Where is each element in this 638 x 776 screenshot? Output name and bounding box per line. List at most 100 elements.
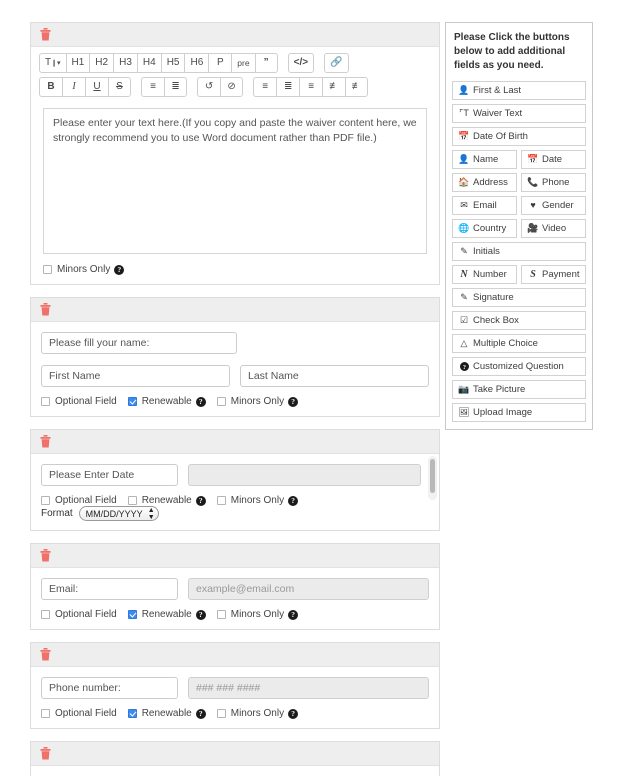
checkbox[interactable] bbox=[216, 709, 226, 718]
email-value-input[interactable]: example@email.com bbox=[188, 578, 429, 600]
checkbox[interactable] bbox=[127, 496, 137, 505]
checkbox[interactable] bbox=[216, 610, 226, 619]
checkbox[interactable] bbox=[41, 397, 50, 406]
option-optional-field[interactable]: Optional Field bbox=[41, 708, 117, 719]
date-prompt-input[interactable]: Please Enter Date bbox=[41, 464, 178, 486]
heading1-button[interactable]: H1 bbox=[65, 53, 90, 73]
palette-button-number[interactable]: N Number bbox=[452, 264, 517, 284]
ordered-list-icon[interactable]: ≣ bbox=[164, 77, 188, 97]
delete-block-icon[interactable] bbox=[40, 747, 51, 760]
checkbox[interactable] bbox=[216, 397, 226, 406]
last-name-input[interactable]: Last Name bbox=[240, 365, 429, 387]
option-minors-only[interactable]: Minors Only ? bbox=[216, 609, 299, 620]
date-format-select[interactable]: MM/DD/YYYY ▲ ▼ bbox=[78, 506, 159, 521]
palette-button-take-picture[interactable]: 📷 Take Picture bbox=[452, 379, 586, 399]
palette-button-phone[interactable]: 📞 Phone bbox=[521, 172, 586, 192]
name-prompt-input[interactable]: Please fill your name: bbox=[41, 332, 237, 354]
help-icon[interactable]: ? bbox=[288, 609, 299, 620]
toolbar-group-history[interactable]: ↺ ⊘ bbox=[197, 77, 244, 97]
palette-button-email[interactable]: ✉ Email bbox=[452, 195, 517, 215]
option-minors-only[interactable]: Minors Only ? bbox=[216, 708, 299, 719]
checkbox[interactable] bbox=[127, 397, 137, 406]
help-icon[interactable]: ? bbox=[195, 609, 206, 620]
blockquote-icon[interactable]: ” bbox=[254, 53, 278, 73]
checkbox[interactable] bbox=[127, 709, 137, 718]
toolbar-group-lists[interactable]: ≡ ≣ bbox=[141, 77, 188, 97]
clear-format-icon[interactable]: ⊘ bbox=[220, 77, 244, 97]
checkbox[interactable] bbox=[216, 496, 226, 505]
italic-icon[interactable]: I bbox=[62, 77, 85, 97]
toolbar-group-format[interactable]: B I U S bbox=[39, 77, 131, 97]
option-optional-field[interactable]: Optional Field bbox=[41, 609, 117, 620]
checkbox[interactable] bbox=[43, 265, 52, 274]
toolbar-group-headings[interactable]: T ❙▾ H1 H2 H3 H4 H5 H6 P pre ” bbox=[39, 53, 278, 73]
outdent-icon[interactable]: ≢ bbox=[345, 77, 369, 97]
align-center-icon[interactable]: ≣ bbox=[276, 77, 300, 97]
palette-button-upload-image[interactable]: 🖼 Upload Image bbox=[452, 402, 586, 422]
heading4-button[interactable]: H4 bbox=[136, 53, 161, 73]
palette-button-payment[interactable]: S Payment bbox=[521, 264, 586, 284]
date-value-input[interactable] bbox=[188, 464, 421, 486]
delete-block-icon[interactable] bbox=[40, 303, 51, 316]
rich-text-toolbar[interactable]: T ❙▾ H1 H2 H3 H4 H5 H6 P pre ” </> 🔗 B I… bbox=[31, 47, 439, 103]
help-icon[interactable]: ? bbox=[288, 495, 299, 506]
strikethrough-icon[interactable]: S bbox=[108, 77, 131, 97]
email-prompt-input[interactable]: Email: bbox=[41, 578, 178, 600]
unordered-list-icon[interactable]: ≡ bbox=[141, 77, 165, 97]
palette-button-date[interactable]: 📅 Date bbox=[521, 149, 586, 169]
palette-button-customized-question[interactable]: ? Customized Question bbox=[452, 356, 586, 376]
option-optional-field[interactable]: Optional Field bbox=[41, 495, 117, 506]
heading3-button[interactable]: H3 bbox=[113, 53, 137, 73]
palette-button-initials[interactable]: ✎ Initials bbox=[452, 241, 586, 261]
palette-button-date-of-birth[interactable]: 📅 Date Of Birth bbox=[452, 126, 586, 146]
palette-button-signature[interactable]: ✎ Signature bbox=[452, 287, 586, 307]
help-icon[interactable]: ? bbox=[195, 495, 206, 506]
option-minors-only[interactable]: Minors Only ? bbox=[43, 264, 125, 275]
heading5-button[interactable]: H5 bbox=[160, 53, 185, 73]
block-scrollbar[interactable] bbox=[428, 456, 437, 500]
help-icon[interactable]: ? bbox=[195, 396, 206, 407]
palette-button-waiver-text[interactable]: ⌜T Waiver Text bbox=[452, 103, 586, 123]
palette-button-name[interactable]: 👤 Name bbox=[452, 149, 517, 169]
checkbox[interactable] bbox=[41, 709, 50, 718]
delete-block-icon[interactable] bbox=[40, 28, 51, 41]
palette-button-check-box[interactable]: ☑ Check Box bbox=[452, 310, 586, 330]
option-optional-field[interactable]: Optional Field bbox=[41, 396, 117, 407]
palette-button-video[interactable]: 🎥 Video bbox=[521, 218, 586, 238]
text-style-button[interactable]: T ❙▾ bbox=[39, 53, 66, 73]
align-right-icon[interactable]: ≡ bbox=[299, 77, 323, 97]
undo-icon[interactable]: ↺ bbox=[197, 77, 221, 97]
toolbar-group-link[interactable]: 🔗 bbox=[324, 53, 349, 73]
delete-block-icon[interactable] bbox=[40, 549, 51, 562]
heading6-button[interactable]: H6 bbox=[184, 53, 209, 73]
paragraph-button[interactable]: P bbox=[208, 53, 232, 73]
checkbox[interactable] bbox=[41, 610, 50, 619]
help-icon[interactable]: ? bbox=[195, 708, 206, 719]
underline-icon[interactable]: U bbox=[85, 77, 108, 97]
checkbox[interactable] bbox=[41, 496, 50, 505]
help-icon[interactable]: ? bbox=[288, 708, 299, 719]
phone-value-input[interactable]: ### ### #### bbox=[188, 677, 429, 699]
palette-button-address[interactable]: 🏠 Address bbox=[452, 172, 517, 192]
checkbox[interactable] bbox=[127, 610, 137, 619]
palette-button-first-last[interactable]: 👤 First & Last bbox=[452, 80, 586, 100]
preformatted-button[interactable]: pre bbox=[231, 53, 255, 73]
first-name-input[interactable]: First Name bbox=[41, 365, 230, 387]
delete-block-icon[interactable] bbox=[40, 648, 51, 661]
delete-block-icon[interactable] bbox=[40, 435, 51, 448]
help-icon[interactable]: ? bbox=[114, 264, 125, 275]
toolbar-group-code[interactable]: </> bbox=[287, 53, 315, 73]
palette-button-gender[interactable]: ♥ Gender bbox=[521, 195, 586, 215]
waiver-text-editor[interactable]: Please enter your text here.(If you copy… bbox=[43, 108, 427, 254]
bold-icon[interactable]: B bbox=[39, 77, 62, 97]
link-icon[interactable]: 🔗 bbox=[324, 53, 349, 73]
option-renewable[interactable]: Renewable ? bbox=[127, 495, 206, 506]
option-renewable[interactable]: Renewable ? bbox=[127, 609, 206, 620]
palette-button-multiple-choice[interactable]: △ Multiple Choice bbox=[452, 333, 586, 353]
toolbar-group-align[interactable]: ≡ ≣ ≡ ≢ ≢ bbox=[253, 77, 369, 97]
option-renewable[interactable]: Renewable ? bbox=[127, 708, 206, 719]
option-minors-only[interactable]: Minors Only ? bbox=[216, 495, 299, 506]
phone-prompt-input[interactable]: Phone number: bbox=[41, 677, 178, 699]
help-icon[interactable]: ? bbox=[288, 396, 299, 407]
code-view-icon[interactable]: </> bbox=[287, 53, 315, 73]
